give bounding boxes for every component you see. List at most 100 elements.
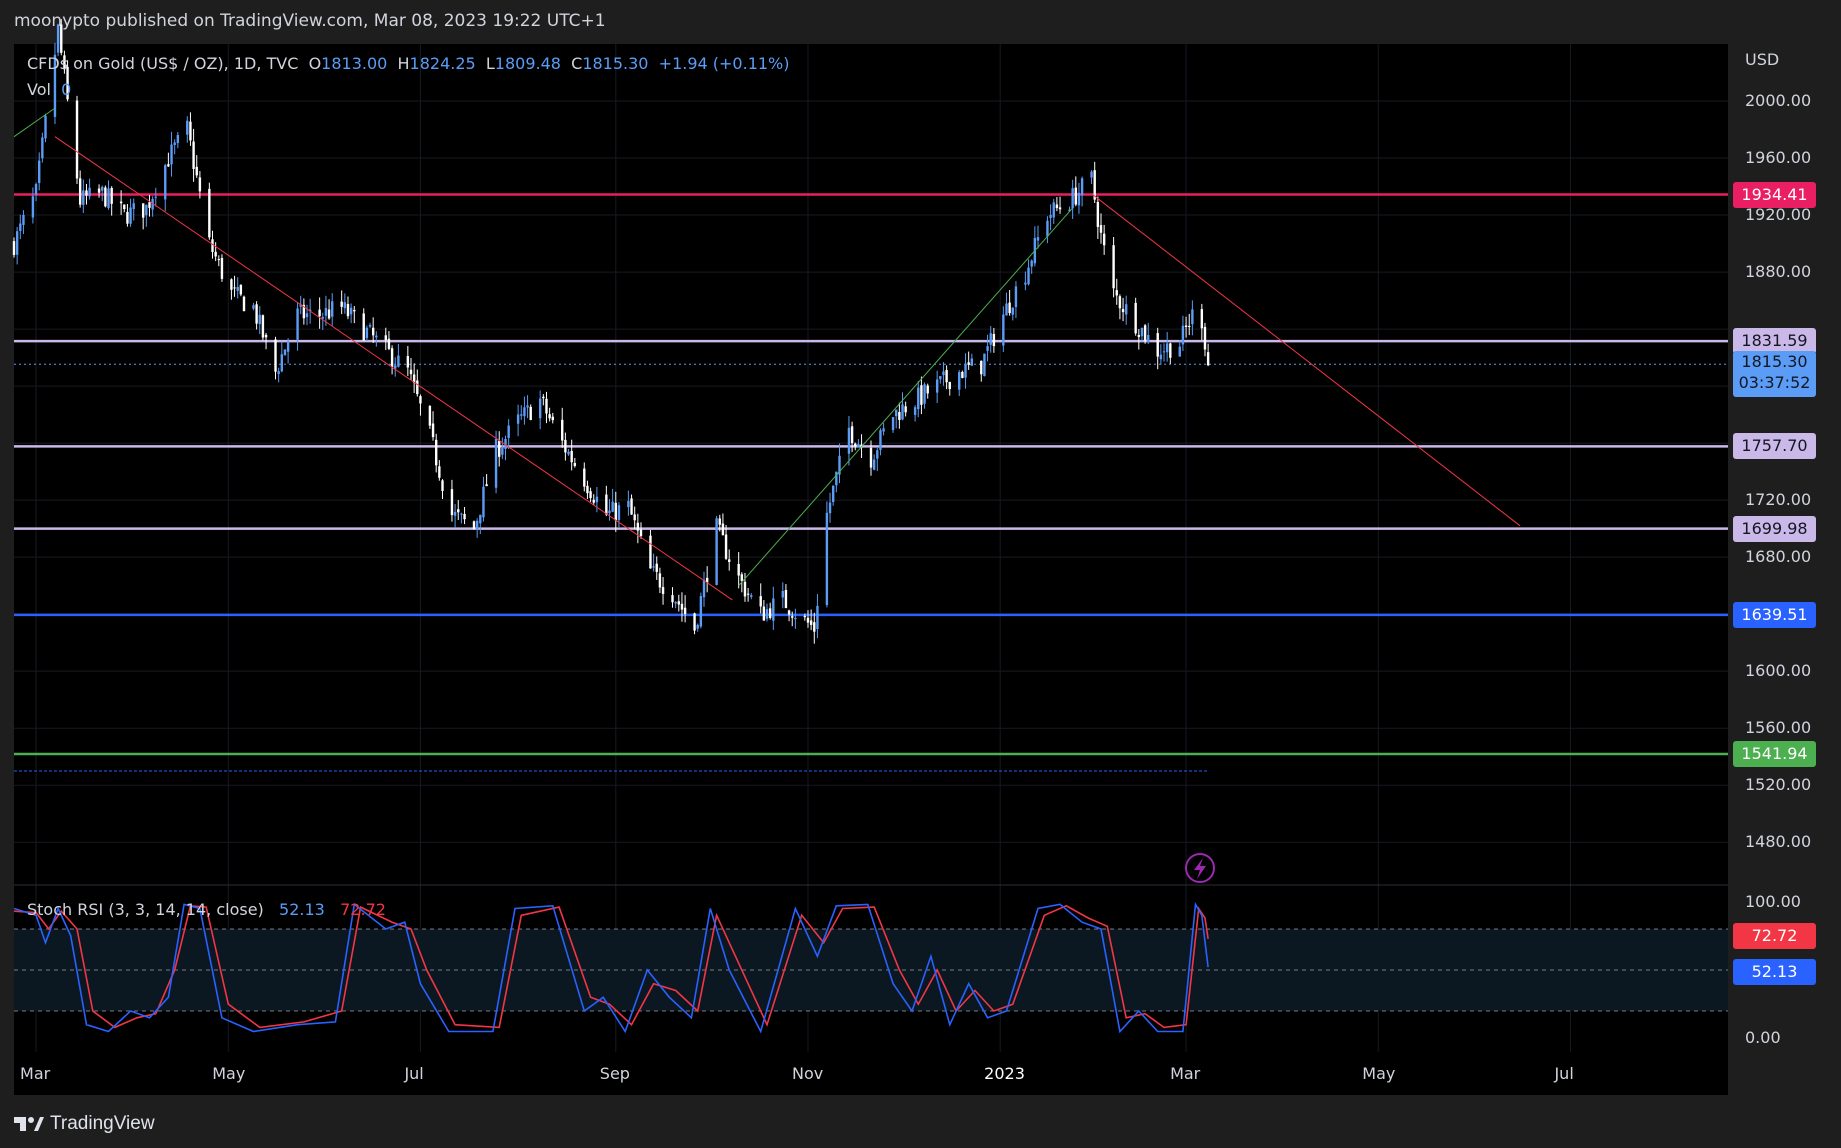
candle-body xyxy=(1058,207,1062,210)
candle-body xyxy=(390,348,394,367)
candle-body xyxy=(617,505,621,521)
candle-body xyxy=(409,369,413,375)
candle-body xyxy=(1011,307,1014,315)
candle-body xyxy=(1096,201,1100,227)
candle-body xyxy=(1077,192,1081,206)
candle-body xyxy=(85,190,88,196)
candle-body xyxy=(283,349,287,356)
candle-body xyxy=(614,502,617,521)
candle-body xyxy=(170,144,173,165)
candle-body xyxy=(371,327,375,336)
candle-body xyxy=(428,406,432,426)
open-label: O xyxy=(308,54,322,73)
candle-body xyxy=(507,425,510,438)
candle-body xyxy=(813,622,816,632)
candle-body xyxy=(920,385,923,405)
candle-body xyxy=(737,563,740,576)
candle-body xyxy=(816,605,819,630)
candle-body xyxy=(132,203,135,210)
candle-body xyxy=(60,24,63,53)
candle-body xyxy=(498,440,501,457)
candle-body xyxy=(406,356,410,368)
candle-body xyxy=(485,484,488,487)
y-tick-label: 1520.00 xyxy=(1745,775,1812,795)
candle-body xyxy=(693,613,696,631)
candle-body xyxy=(649,535,652,569)
candle-body xyxy=(167,164,170,167)
candle-body xyxy=(38,160,41,183)
candle-body xyxy=(538,398,542,419)
candle-body xyxy=(740,574,744,581)
candle-body xyxy=(545,398,548,414)
candle-body xyxy=(346,304,350,317)
candle-body xyxy=(683,607,687,615)
candle-body xyxy=(1191,309,1194,325)
candle-body xyxy=(1030,260,1033,267)
low-value: 1809.48 xyxy=(494,54,561,73)
open-value: 1813.00 xyxy=(321,54,388,73)
candle-body xyxy=(431,423,435,438)
candle-body xyxy=(1102,233,1106,246)
candle-body xyxy=(636,522,640,531)
x-tick-label: May xyxy=(212,1064,246,1083)
level-price-tag: 1699.98 xyxy=(1733,515,1816,542)
candle-body xyxy=(608,510,611,514)
candle-body xyxy=(781,591,784,598)
candle-body xyxy=(123,204,126,210)
stoch-y-tick-label: 0.00 xyxy=(1745,1028,1781,1048)
candle-body xyxy=(627,500,630,508)
candle-body xyxy=(980,360,983,375)
candle-body xyxy=(394,365,397,369)
chart-canvas[interactable] xyxy=(0,0,1841,1148)
volume-legend: Vol 0 xyxy=(27,80,71,99)
candle-body xyxy=(1203,326,1207,350)
candle-body xyxy=(595,496,599,503)
candle-body xyxy=(1206,352,1210,366)
candle-body xyxy=(724,534,728,559)
candle-body xyxy=(236,287,239,291)
candle-body xyxy=(529,406,532,420)
candle-body xyxy=(986,346,989,351)
high-value: 1824.25 xyxy=(409,54,476,73)
candle-body xyxy=(321,317,324,319)
candle-body xyxy=(1162,351,1166,353)
candle-body xyxy=(1008,302,1011,314)
candle-body xyxy=(904,406,907,413)
candle-body xyxy=(34,184,38,195)
candle-body xyxy=(1027,267,1030,285)
candle-body xyxy=(397,355,400,367)
candle-body xyxy=(917,387,920,410)
candle-body xyxy=(255,304,258,324)
candle-body xyxy=(1159,354,1163,360)
candle-body xyxy=(746,593,750,595)
candle-body xyxy=(145,204,148,216)
footer: TradingView xyxy=(0,1098,1841,1148)
candle-body xyxy=(898,412,901,420)
candle-body xyxy=(384,335,387,341)
candle-body xyxy=(296,308,299,340)
candle-body xyxy=(611,501,614,512)
candle-body xyxy=(589,491,592,499)
candle-body xyxy=(189,121,192,141)
candle-body xyxy=(652,566,655,568)
candle-body xyxy=(1121,309,1125,313)
candle-body xyxy=(141,203,145,218)
candle-body xyxy=(583,468,586,487)
change-value: +1.94 (+0.11%) xyxy=(658,54,790,73)
candle-body xyxy=(945,370,948,383)
candle-body xyxy=(154,196,157,198)
candle-body xyxy=(523,407,526,417)
stoch-label: Stoch RSI (3, 3, 14, 14, close) xyxy=(27,900,264,919)
candle-body xyxy=(605,494,608,515)
candle-body xyxy=(1014,286,1018,308)
candle-body xyxy=(173,142,176,146)
candle-body xyxy=(368,324,372,327)
vol-label: Vol xyxy=(27,80,51,99)
candle-body xyxy=(854,443,857,447)
x-tick-label: Mar xyxy=(20,1064,51,1083)
tradingview-logo-text: TradingView xyxy=(50,1113,155,1134)
candle-body xyxy=(526,405,529,408)
tradingview-logo[interactable]: TradingView xyxy=(14,1112,155,1136)
candle-body xyxy=(22,214,25,225)
candle-body xyxy=(831,485,835,502)
